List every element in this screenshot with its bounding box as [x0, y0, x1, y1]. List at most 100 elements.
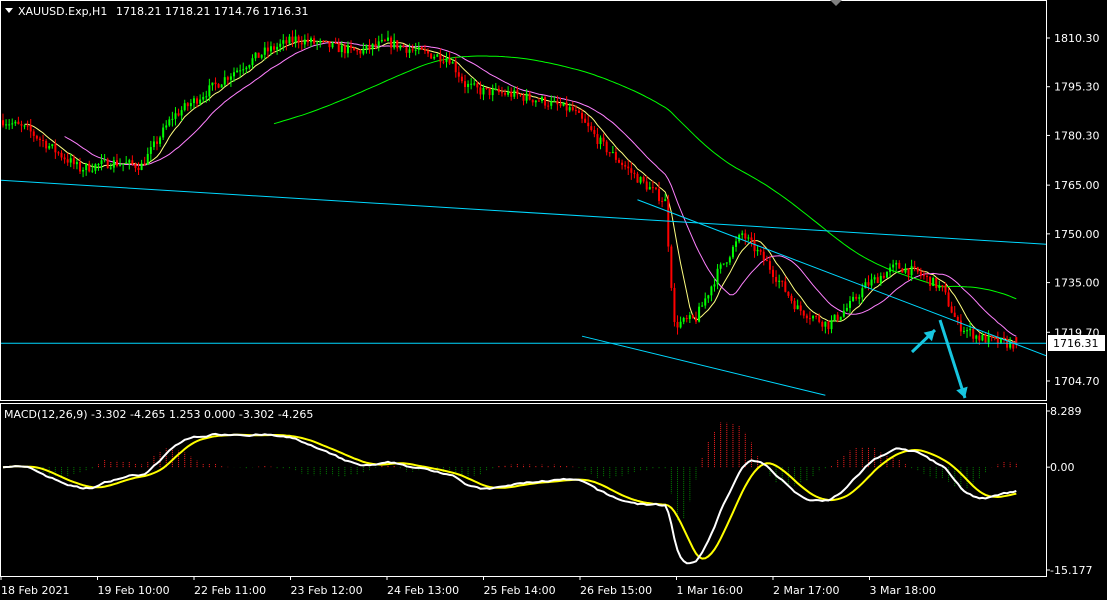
candle-body [716, 268, 719, 285]
candle-body [605, 141, 608, 153]
candle-body [679, 321, 682, 328]
candle-body [8, 124, 11, 126]
trendlines[interactable] [0, 179, 1047, 396]
candle-body [731, 246, 734, 258]
dropdown-triangle-icon[interactable] [5, 8, 13, 13]
candle [485, 87, 488, 90]
candle [171, 111, 174, 127]
time-tick-label: 25 Feb 14:00 [484, 584, 556, 597]
candle-body [500, 92, 503, 94]
candle-body [316, 42, 319, 44]
candle-body [202, 96, 205, 100]
candle-body [978, 335, 981, 341]
candle-body [306, 39, 309, 43]
candle [457, 66, 460, 83]
candle [94, 163, 97, 174]
candle [682, 316, 685, 325]
candle-body [119, 164, 122, 166]
candle-body [371, 43, 374, 50]
candle-body [260, 54, 263, 58]
candle-body [48, 146, 51, 149]
candle-body [66, 159, 69, 163]
candle-body [812, 316, 815, 319]
candle [26, 120, 29, 131]
candle [383, 38, 386, 42]
candle-body [790, 295, 793, 301]
candle-body [722, 263, 725, 265]
candle-body [94, 164, 97, 171]
candle [725, 262, 728, 268]
candle [627, 160, 630, 176]
candle-body [473, 83, 476, 85]
ohlc-values: 1718.21 1718.21 1714.76 1716.31 [116, 5, 308, 18]
candle [91, 163, 94, 173]
candle [855, 293, 858, 301]
candle-body [704, 298, 707, 306]
candle [497, 85, 500, 96]
candle [254, 52, 257, 62]
candle-body [885, 271, 888, 278]
candle [762, 246, 765, 266]
candle [972, 326, 975, 343]
candle [839, 316, 842, 322]
candle-body [698, 306, 701, 322]
candle-body [72, 158, 75, 165]
candle [168, 116, 171, 127]
candle [23, 124, 26, 130]
candle-body [423, 49, 426, 51]
candle [303, 34, 306, 49]
candle [214, 77, 217, 91]
candle-body [346, 45, 349, 54]
candle [947, 287, 950, 308]
candle [716, 264, 719, 290]
candle [707, 294, 710, 303]
candle-body [2, 120, 4, 126]
candle [870, 273, 873, 289]
candle-body [420, 47, 423, 50]
candle-body [63, 157, 66, 160]
candle-body [987, 335, 990, 343]
candle [5, 119, 8, 130]
candle-body [565, 102, 568, 111]
candle-body [701, 305, 704, 307]
candle-body [430, 53, 433, 59]
ma-line-21 [64, 41, 1017, 337]
candle-body [673, 287, 676, 322]
price-tick-label: 1704.70 [1054, 375, 1100, 388]
candle [756, 245, 759, 256]
chart-shift-marker-icon[interactable] [830, 0, 842, 6]
candle-body [131, 160, 134, 164]
candle [122, 163, 125, 172]
candle-body [100, 160, 103, 165]
candle-body [103, 159, 106, 161]
candle-body [956, 316, 959, 321]
candle-body [839, 316, 842, 320]
candle [784, 276, 787, 293]
candle-body [796, 305, 799, 310]
candle [815, 314, 818, 320]
trading-chart[interactable]: 1810.30 1795.30 1780.30 1765.00 1750.00 1735.… [0, 0, 1107, 600]
candle-body [451, 62, 454, 64]
candle [926, 273, 928, 283]
candle-body [180, 110, 183, 116]
candle [953, 306, 956, 318]
candle-body [688, 315, 691, 320]
candle [325, 40, 328, 43]
candle-body [916, 267, 919, 272]
candle [990, 334, 993, 342]
candle-body [528, 93, 531, 100]
candle-body [51, 144, 54, 147]
candle [500, 86, 503, 97]
candle [658, 181, 661, 205]
candle-body [618, 159, 620, 163]
candle-body [550, 100, 553, 106]
candle-body [685, 317, 688, 320]
time-tick-label: 26 Feb 15:00 [580, 584, 652, 597]
candle-body [849, 300, 851, 308]
candle-body [393, 40, 396, 48]
candle-body [405, 47, 408, 53]
candle-body [233, 72, 235, 77]
candle [177, 108, 180, 117]
candle-body [507, 91, 510, 95]
candle-body [470, 83, 473, 85]
